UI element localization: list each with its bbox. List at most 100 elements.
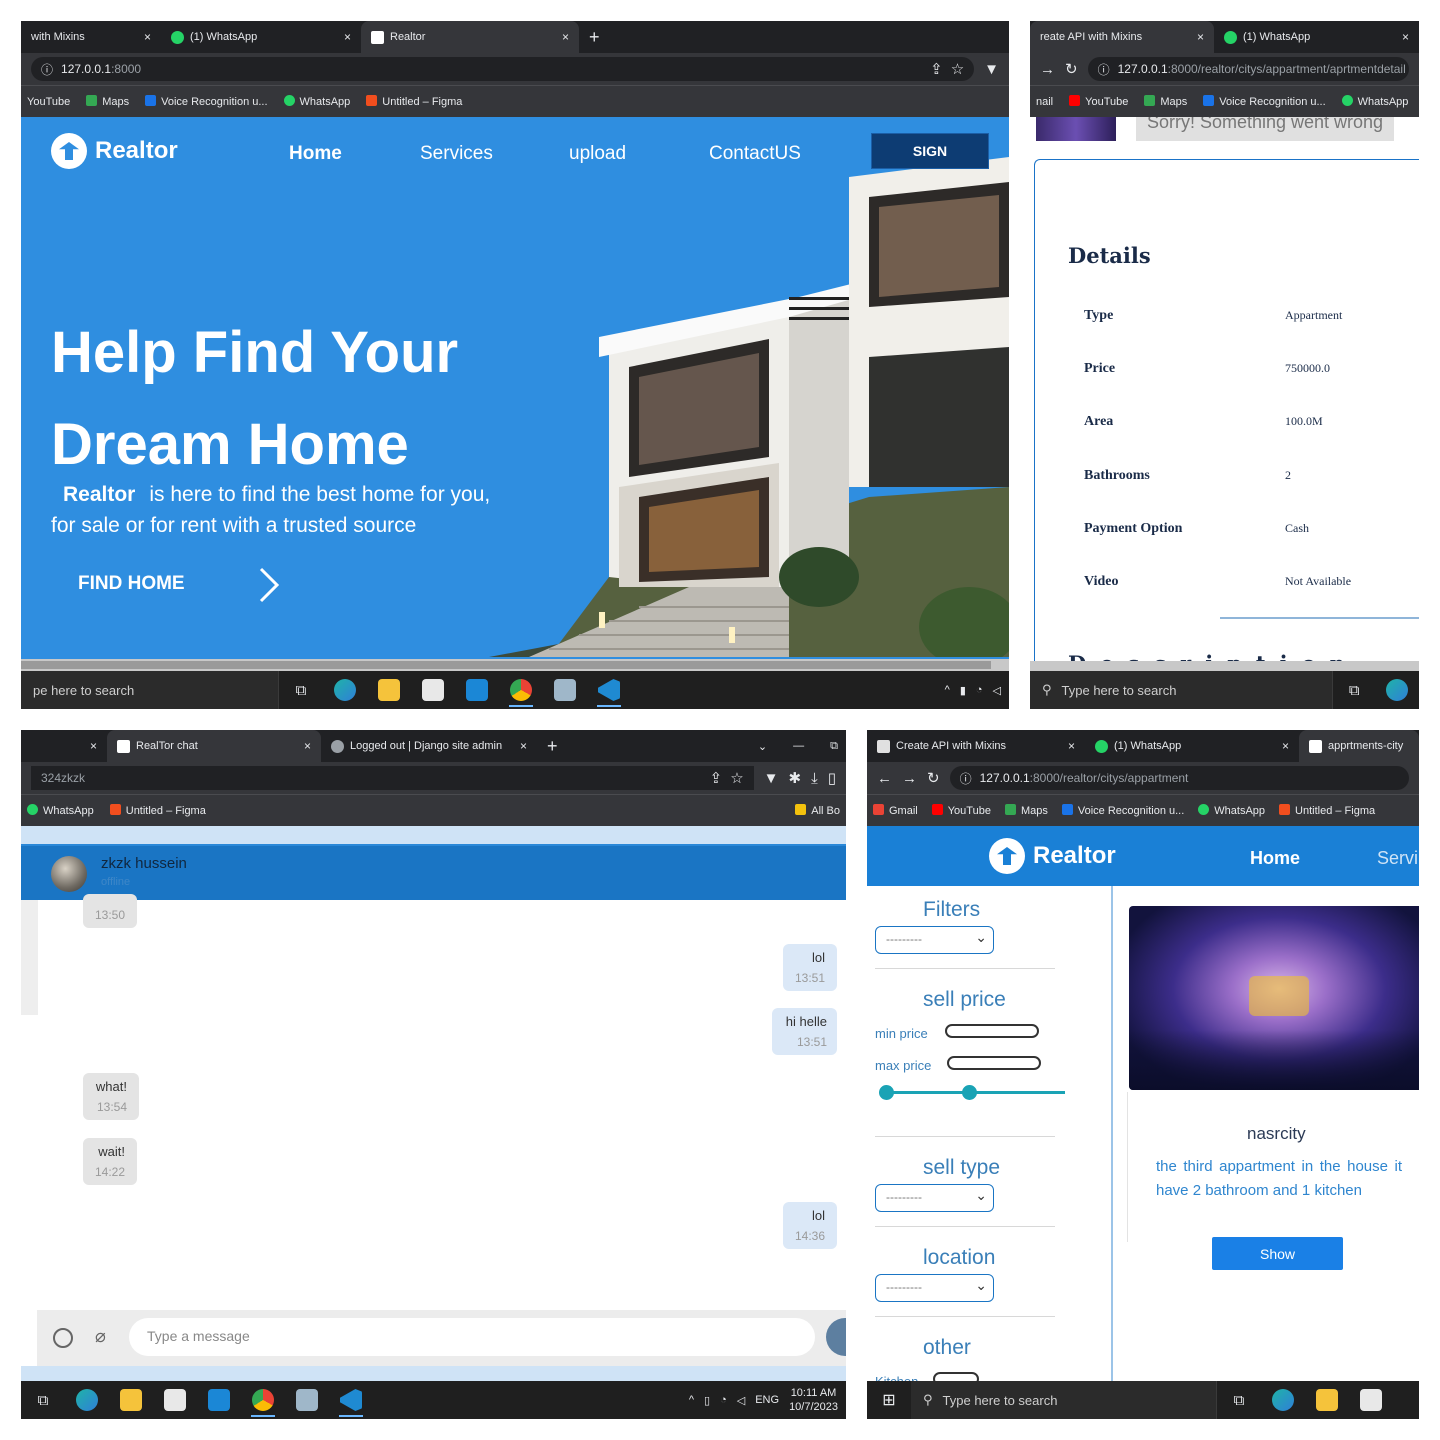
message-input[interactable]: Type a message	[129, 1318, 815, 1356]
chevron-down-icon[interactable]: ⌄	[758, 740, 767, 753]
nav-contact-link[interactable]: ContactUS	[709, 143, 801, 165]
close-tab-icon[interactable]: ×	[90, 739, 97, 753]
chevron-up-icon[interactable]: ^	[945, 684, 950, 696]
listing-image[interactable]	[1129, 906, 1419, 1090]
nav-services-link[interactable]: Servi	[1377, 848, 1418, 869]
all-bookmarks[interactable]: All Bo	[795, 804, 840, 817]
vpn-icon[interactable]: ▼	[984, 61, 999, 78]
bookmark-maps[interactable]: Maps	[86, 95, 129, 108]
find-home-button[interactable]: FIND HOME	[78, 573, 185, 595]
realtor-logo[interactable]: Realtor	[51, 133, 178, 169]
taskbar-search[interactable]: pe here to search	[21, 671, 279, 709]
close-tab-icon[interactable]: ×	[520, 739, 527, 753]
tab-django-admin[interactable]: Logged out | Django site admin ×	[321, 730, 537, 762]
vpn-icon[interactable]: ▼	[764, 770, 779, 787]
bookmark-youtube[interactable]: YouTube	[27, 96, 70, 108]
photos-icon[interactable]	[543, 671, 587, 709]
edge-icon[interactable]	[1261, 1381, 1305, 1419]
store-icon[interactable]	[1349, 1381, 1393, 1419]
tab-realtor[interactable]: Realtor ×	[361, 21, 579, 53]
mail-icon[interactable]	[197, 1381, 241, 1419]
file-explorer-icon[interactable]	[109, 1381, 153, 1419]
chevron-up-icon[interactable]: ^	[689, 1394, 694, 1406]
file-explorer-icon[interactable]	[367, 671, 411, 709]
nav-upload-link[interactable]: upload	[569, 143, 626, 165]
tab-mixins[interactable]: with Mixins ×	[21, 21, 161, 53]
edge-icon[interactable]	[323, 671, 367, 709]
url-input[interactable]: ⓘ 127.0.0.1:8000/realtor/citys/appartmen…	[949, 766, 1409, 790]
bookmark-youtube[interactable]: YouTube	[931, 804, 991, 817]
extensions-icon[interactable]: ✱	[789, 769, 802, 787]
bookmark-gmail[interactable]: nail	[1036, 96, 1053, 108]
chrome-icon[interactable]	[499, 671, 543, 709]
bookmark-youtube[interactable]: YouTube	[1069, 95, 1128, 108]
edge-icon[interactable]	[1376, 671, 1419, 709]
bookmark-whatsapp[interactable]: WhatsApp	[1341, 95, 1408, 108]
horizontal-scrollbar[interactable]	[21, 659, 1009, 671]
location-select[interactable]: ---------	[875, 1274, 994, 1302]
edge-icon[interactable]	[65, 1381, 109, 1419]
close-tab-icon[interactable]: ×	[1068, 739, 1075, 753]
bookmark-whatsapp[interactable]: WhatsApp	[27, 804, 94, 817]
task-view-icon[interactable]: ⧉	[1217, 1381, 1261, 1419]
show-button[interactable]: Show	[1212, 1237, 1343, 1270]
bookmark-whatsapp[interactable]: WhatsApp	[1198, 804, 1265, 817]
taskbar-search[interactable]: ⚲ Type here to search	[911, 1381, 1217, 1419]
bookmark-voice[interactable]: Voice Recognition u...	[1061, 804, 1184, 817]
volume-icon[interactable]: ◁	[993, 684, 1001, 697]
battery-icon[interactable]: ▮	[960, 684, 966, 697]
sign-button[interactable]: SIGN	[871, 133, 989, 169]
tab-previous[interactable]: ×	[21, 730, 107, 762]
sidepanel-icon[interactable]: ▯	[828, 769, 836, 787]
sell-type-select[interactable]: ---------	[875, 1184, 994, 1212]
close-tab-icon[interactable]: ×	[304, 739, 311, 753]
chrome-icon[interactable]	[241, 1381, 285, 1419]
message-list[interactable]: lol 13:50 lol 13:51 hi helle 13:51 what! 13:…	[21, 894, 846, 1310]
share-icon[interactable]: ⇪	[710, 769, 723, 787]
task-view-icon[interactable]: ⧉	[21, 1381, 65, 1419]
bookmark-maps[interactable]: Maps	[1144, 95, 1187, 108]
battery-icon[interactable]: ▯	[704, 1394, 710, 1407]
tab-whatsapp[interactable]: (1) WhatsApp ×	[161, 21, 361, 53]
bookmark-figma[interactable]: Untitled – Figma	[109, 804, 206, 817]
forward-icon[interactable]: →	[1040, 61, 1055, 78]
tab-apartments-city[interactable]: apprtments-city	[1299, 730, 1419, 762]
task-view-icon[interactable]: ⧉	[1333, 671, 1376, 709]
tab-realtor-chat[interactable]: RealTor chat ×	[107, 730, 321, 762]
windows-start-icon[interactable]: ⊞	[867, 1381, 911, 1419]
tab-mixins[interactable]: Create API with Mixins ×	[867, 730, 1085, 762]
language-indicator[interactable]: ENG	[755, 1394, 779, 1406]
bookmark-voice[interactable]: Voice Recognition u...	[145, 95, 268, 108]
task-view-icon[interactable]: ⧉	[279, 671, 323, 709]
store-icon[interactable]	[411, 671, 455, 709]
new-tab-button[interactable]: +	[579, 21, 610, 53]
bookmark-voice[interactable]: Voice Recognition u...	[1203, 95, 1326, 108]
bookmark-whatsapp[interactable]: WhatsApp	[283, 95, 350, 108]
reload-icon[interactable]: ↻	[927, 769, 940, 787]
attachment-icon[interactable]: ⌀	[95, 1326, 106, 1347]
vscode-icon[interactable]	[587, 671, 631, 709]
maximize-icon[interactable]: ⧉	[830, 740, 838, 753]
slider-min-handle[interactable]	[879, 1085, 894, 1100]
vscode-icon[interactable]	[329, 1381, 373, 1419]
store-icon[interactable]	[153, 1381, 197, 1419]
tab-whatsapp[interactable]: (1) WhatsApp ×	[1085, 730, 1299, 762]
photos-icon[interactable]	[285, 1381, 329, 1419]
avatar[interactable]	[51, 856, 87, 892]
bookmark-figma[interactable]: Untitled – Figma	[1279, 804, 1375, 817]
close-tab-icon[interactable]: ×	[1402, 30, 1409, 44]
reload-icon[interactable]: ↻	[1065, 60, 1078, 78]
tab-mixins[interactable]: reate API with Mixins ×	[1030, 21, 1214, 53]
close-tab-icon[interactable]: ×	[144, 30, 151, 44]
slider-max-handle[interactable]	[961, 1085, 977, 1100]
url-input[interactable]: 324zkzk ⇪ ☆	[31, 766, 754, 790]
network-icon[interactable]: ◔	[720, 1394, 727, 1406]
minimize-icon[interactable]: —	[793, 740, 804, 752]
close-tab-icon[interactable]: ×	[1282, 739, 1289, 753]
back-icon[interactable]: ←	[877, 770, 892, 787]
send-button[interactable]	[826, 1318, 846, 1356]
download-icon[interactable]: ⤓	[811, 770, 818, 787]
star-icon[interactable]: ☆	[951, 60, 964, 78]
mail-icon[interactable]	[455, 671, 499, 709]
chevron-right-icon[interactable]	[249, 565, 289, 605]
